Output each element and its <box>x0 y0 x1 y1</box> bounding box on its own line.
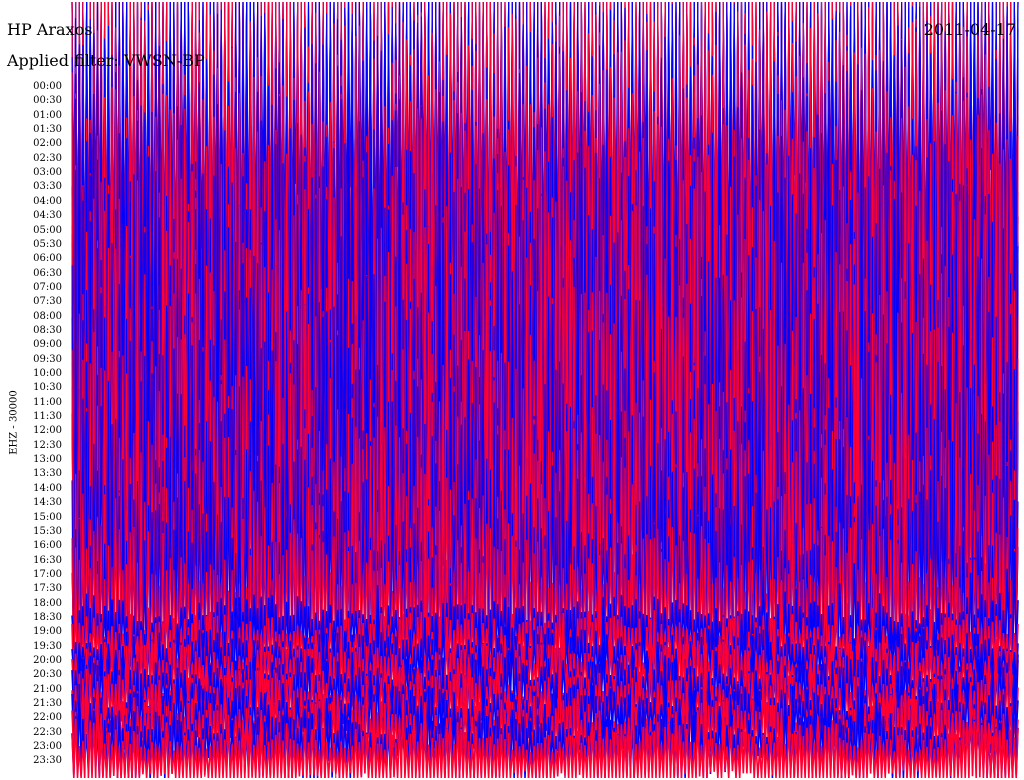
station-title: HP Araxos <box>7 20 93 39</box>
row-time-label: 10:00 <box>33 368 62 379</box>
row-time-label: 13:30 <box>33 468 62 480</box>
row-time-label: 09:30 <box>33 353 62 365</box>
row-time-label: 23:30 <box>33 755 62 767</box>
row-time-label: 02:00 <box>33 138 62 150</box>
row-time-label: 01:00 <box>33 109 62 121</box>
row-time-label: 14:00 <box>33 482 62 494</box>
row-time-label: 10:30 <box>33 382 62 394</box>
filter-label: Applied filter: VWSN-BP <box>7 51 205 70</box>
row-time-label: 04:30 <box>33 210 62 222</box>
row-time-label: 13:00 <box>33 454 62 466</box>
helicorder-plot <box>71 1 1019 779</box>
row-time-label: 15:30 <box>33 525 62 537</box>
row-time-label: 21:30 <box>33 698 62 710</box>
row-time-label: 09:00 <box>33 339 62 351</box>
row-time-label: 17:30 <box>33 583 62 595</box>
row-time-label: 00:00 <box>33 81 62 92</box>
row-time-label: 02:30 <box>33 152 62 164</box>
row-time-label: 07:30 <box>33 296 62 308</box>
row-time-label: 18:00 <box>33 597 62 609</box>
row-time-label: 20:00 <box>33 655 62 666</box>
row-time-label: 01:30 <box>33 124 62 136</box>
row-time-label: 08:30 <box>33 324 62 336</box>
row-time-label: 06:00 <box>33 253 62 265</box>
row-time-label: 04:00 <box>33 195 62 207</box>
row-time-label: 23:00 <box>33 741 62 753</box>
row-time-label: 11:00 <box>33 396 62 408</box>
row-time-label: 17:00 <box>33 568 62 580</box>
date-label: 2011-04-17 <box>923 20 1016 39</box>
row-time-label: 05:30 <box>33 238 62 250</box>
row-time-label: 07:00 <box>33 281 62 293</box>
row-time-label: 03:30 <box>33 181 62 193</box>
row-time-label: 18:30 <box>33 611 62 623</box>
row-time-label: 05:00 <box>33 224 62 236</box>
row-time-label: 19:00 <box>33 626 62 638</box>
row-time-label: 11:30 <box>33 411 62 423</box>
row-time-label: 08:00 <box>33 310 62 322</box>
row-time-label: 12:30 <box>33 439 62 451</box>
row-time-label: 16:30 <box>33 554 62 566</box>
row-time-label: 22:30 <box>33 726 62 738</box>
row-time-label: 15:00 <box>33 511 62 523</box>
row-time-label: 12:00 <box>33 425 62 437</box>
row-time-label: 19:30 <box>33 640 62 652</box>
row-time-label: 06:30 <box>33 267 62 279</box>
row-time-label: 22:00 <box>33 712 62 724</box>
row-time-label: 00:30 <box>33 95 62 107</box>
row-time-label: 20:30 <box>33 669 62 681</box>
row-time-label: 14:30 <box>33 497 62 509</box>
row-time-label: 21:00 <box>33 683 62 695</box>
row-time-label: 16:00 <box>33 540 62 552</box>
row-time-label: 03:00 <box>33 167 62 179</box>
